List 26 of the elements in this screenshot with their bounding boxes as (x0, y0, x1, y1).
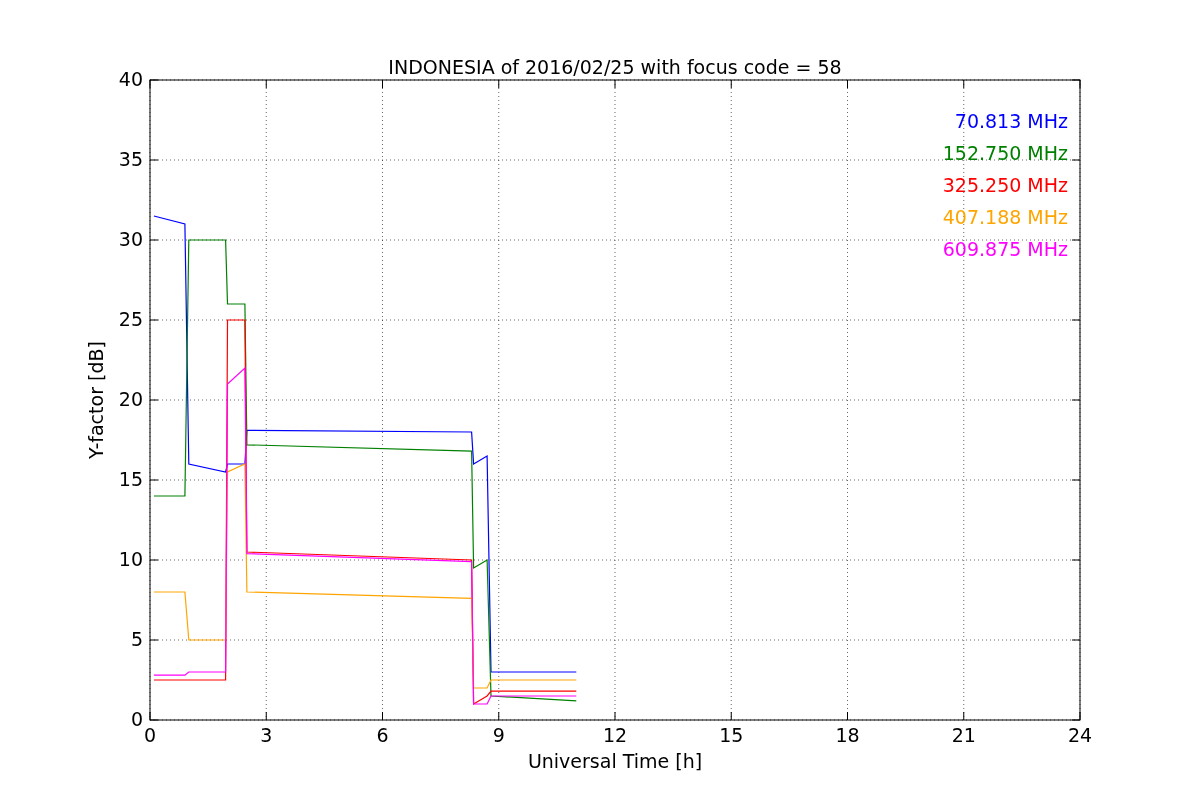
y-tick-label: 25 (118, 308, 143, 330)
y-axis-label: Y-factor [dB] (85, 341, 107, 459)
x-tick-label: 6 (376, 724, 389, 746)
legend-label: 609.875 MHz (942, 238, 1068, 260)
y-tick-label: 40 (118, 68, 143, 90)
y-tick-label: 10 (118, 548, 143, 570)
x-tick-label: 24 (1067, 724, 1093, 746)
x-tick-label: 3 (260, 724, 273, 746)
legend-label: 70.813 MHz (954, 110, 1068, 132)
chart-title: INDONESIA of 2016/02/25 with focus code = 58 (388, 56, 842, 78)
legend-label: 152.750 MHz (942, 142, 1068, 164)
y-tick-label: 35 (118, 148, 143, 170)
legend-label: 407.188 MHz (942, 206, 1068, 228)
x-tick-label: 12 (602, 724, 628, 746)
legend-label: 325.250 MHz (942, 174, 1068, 196)
x-tick-label: 15 (719, 724, 744, 746)
x-tick-label: 21 (951, 724, 976, 746)
x-tick-label: 18 (835, 724, 860, 746)
x-axis-label: Universal Time [h] (527, 750, 703, 772)
x-tick-label: 0 (143, 724, 157, 746)
y-tick-label: 30 (118, 228, 143, 250)
y-tick-label: 15 (118, 468, 143, 490)
y-tick-label: 0 (130, 708, 143, 730)
y-tick-label: 5 (130, 628, 143, 650)
x-tick-label: 9 (492, 724, 505, 746)
y-tick-label: 20 (118, 388, 143, 410)
